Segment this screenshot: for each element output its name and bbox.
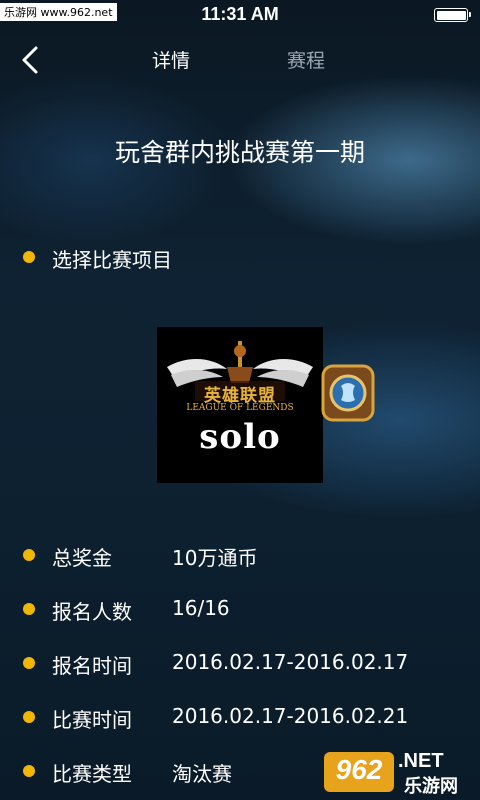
prize-value: 10万通币 xyxy=(172,546,258,570)
watermark-text: 乐游网 xyxy=(404,776,458,797)
signup-time-value: 2016.02.17-2016.02.17 xyxy=(172,650,409,674)
bullet-icon xyxy=(23,549,35,561)
signup-count-value: 16/16 xyxy=(172,596,230,620)
watermark-domain: .NET xyxy=(398,750,444,772)
watermark-number: 962 xyxy=(335,754,383,785)
bullet-icon xyxy=(23,251,35,263)
battery-icon xyxy=(434,8,471,22)
game-tile-lol-solo[interactable]: 英雄联盟 LEAGUE OF LEGENDS solo xyxy=(157,327,323,483)
bullet-icon xyxy=(23,711,35,723)
bullet-icon xyxy=(23,765,35,777)
page-title: 玩舍群内挑战赛第一期 xyxy=(114,138,365,167)
match-time-value: 2016.02.17-2016.02.21 xyxy=(172,704,409,728)
select-game-label: 选择比赛项目 xyxy=(52,248,172,272)
nav-bar: 详情 赛程 xyxy=(0,30,480,90)
prize-label: 总奖金 xyxy=(52,546,112,570)
hearthstone-icon xyxy=(321,364,375,422)
chevron-left-icon xyxy=(22,46,38,74)
battery-fill xyxy=(436,10,466,20)
lol-logo-subtext: LEAGUE OF LEGENDS xyxy=(186,403,294,413)
match-type-label: 比赛类型 xyxy=(52,762,132,786)
signup-time-label: 报名时间 xyxy=(52,654,132,678)
signup-count-label: 报名人数 xyxy=(52,600,132,624)
status-bar: 乐游网 www.962.net 11:31 AM xyxy=(0,0,480,30)
match-time-label: 比赛时间 xyxy=(52,708,132,732)
watermark-bottom: 962 .NET 乐游网 xyxy=(324,750,474,797)
tab-details[interactable]: 详情 xyxy=(152,46,190,73)
tab-schedule[interactable]: 赛程 xyxy=(287,46,325,73)
match-type-value: 淘汰赛 xyxy=(172,762,232,786)
game-mode-label: solo xyxy=(199,417,281,457)
bullet-icon xyxy=(23,603,35,615)
back-button[interactable] xyxy=(14,40,50,80)
game-tile-hearthstone[interactable] xyxy=(319,362,377,446)
status-time: 11:31 AM xyxy=(201,4,279,24)
bullet-icon xyxy=(23,657,35,669)
